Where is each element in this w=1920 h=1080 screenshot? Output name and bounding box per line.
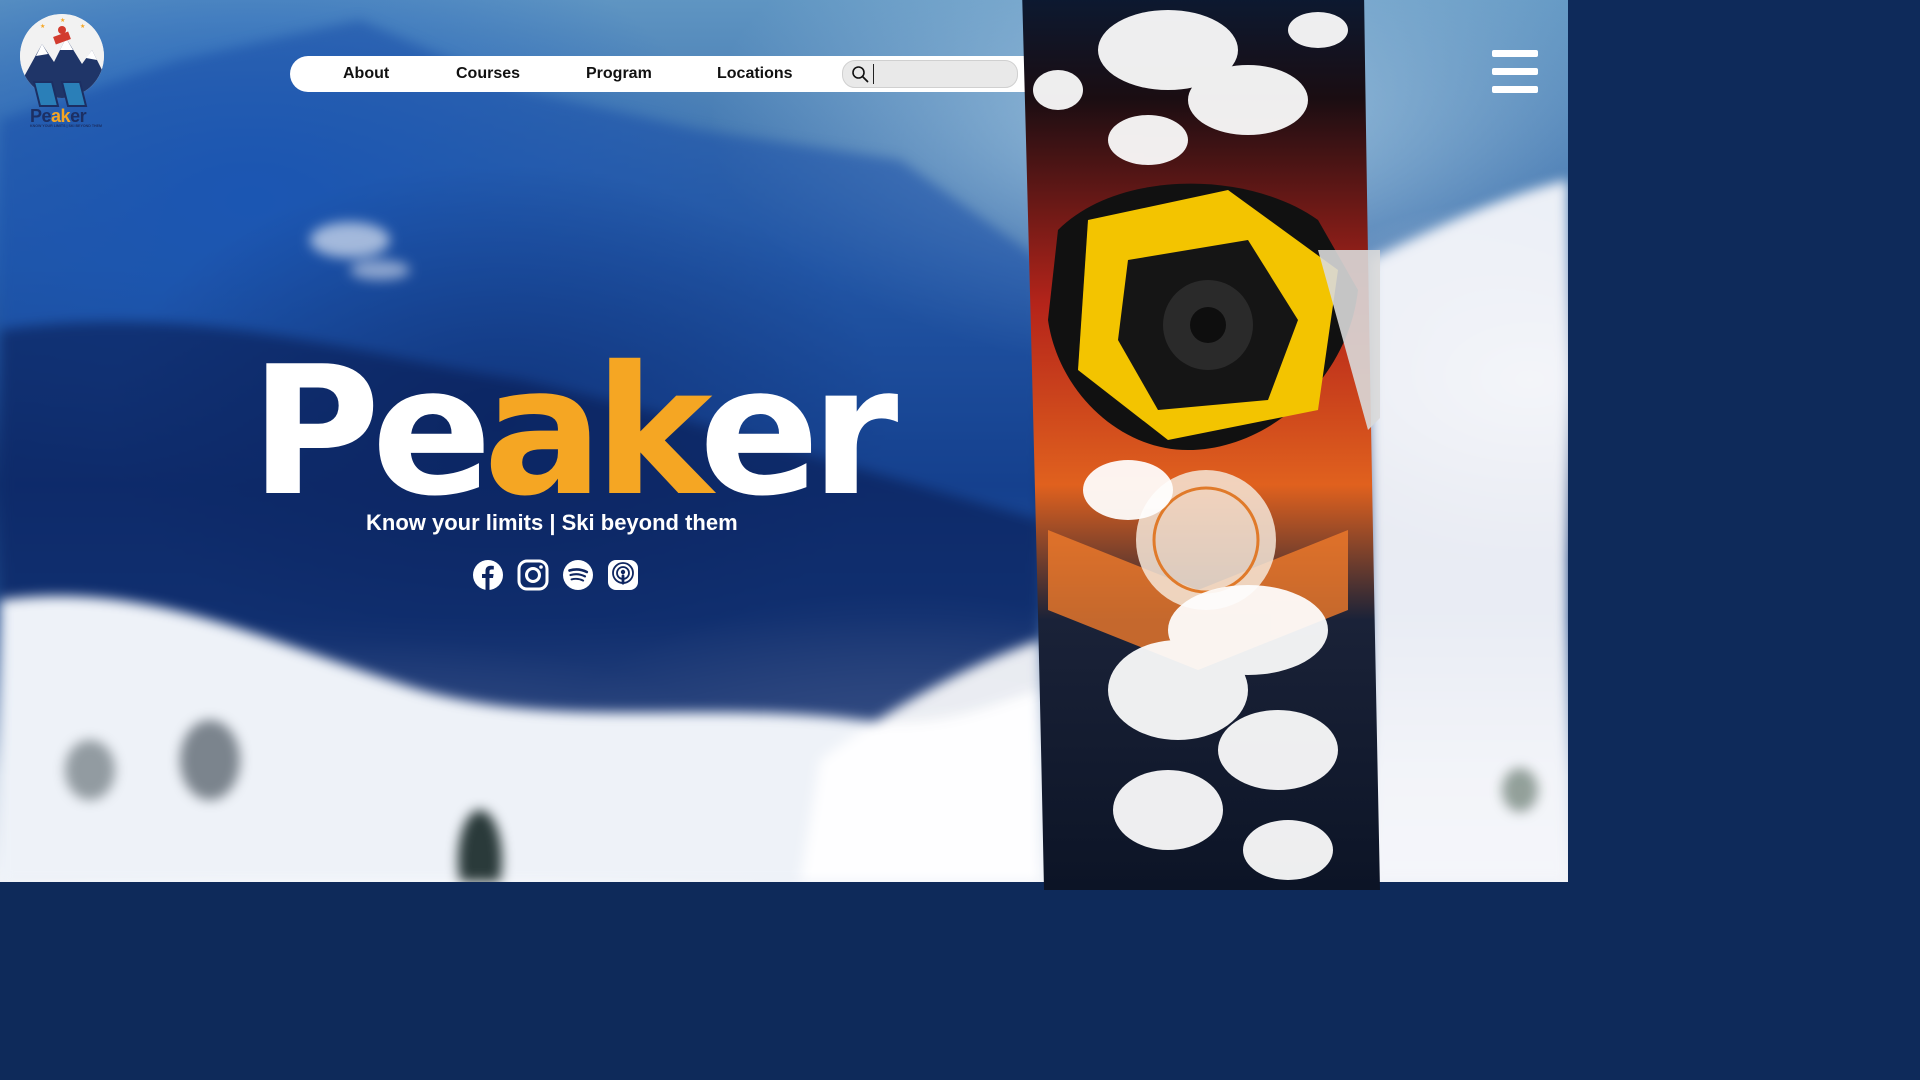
hero-title: Peaker	[250, 332, 898, 532]
logo-tagline: KNOW YOUR LIMITS | SKI BEYOND THEM	[30, 124, 103, 128]
search-icon[interactable]	[851, 65, 869, 83]
svg-text:★: ★	[80, 23, 85, 30]
search-box[interactable]	[842, 60, 1018, 88]
nav-item-about[interactable]: About	[343, 65, 389, 83]
nav-item-program[interactable]: Program	[586, 65, 652, 83]
nav-item-courses[interactable]: Courses	[456, 65, 520, 83]
hero-title-accent: ak	[483, 328, 708, 535]
spotify-icon[interactable]	[562, 558, 594, 592]
logo-word-prefix: Pe	[30, 106, 52, 126]
main-navbar: About Courses Program Locations	[290, 56, 1040, 92]
facebook-icon[interactable]	[472, 558, 504, 592]
hero-tagline: Know your limits | Ski beyond them	[366, 510, 738, 535]
instagram-icon[interactable]	[517, 558, 549, 592]
svg-text:★: ★	[60, 17, 65, 24]
menu-bar-bottom	[1492, 86, 1538, 93]
hero-title-suffix: er	[698, 328, 898, 535]
hamburger-menu-button[interactable]	[1490, 48, 1540, 94]
search-input[interactable]	[873, 64, 1016, 84]
logo-word-suffix: er	[70, 106, 87, 126]
snowboard-image	[1022, 0, 1380, 890]
menu-bar-top	[1492, 50, 1538, 57]
podcasts-icon[interactable]	[607, 558, 639, 592]
hero-title-prefix: Pe	[250, 328, 492, 535]
svg-text:★: ★	[40, 23, 45, 30]
menu-bar-middle	[1492, 68, 1538, 75]
social-links	[472, 558, 639, 592]
nav-item-locations[interactable]: Locations	[717, 65, 793, 83]
logo-word-accent: ak	[51, 106, 71, 126]
peaker-logo[interactable]: ★ ★ ★ Peaker KNOW YOUR LIMITS | SKI BEYO…	[18, 12, 108, 132]
